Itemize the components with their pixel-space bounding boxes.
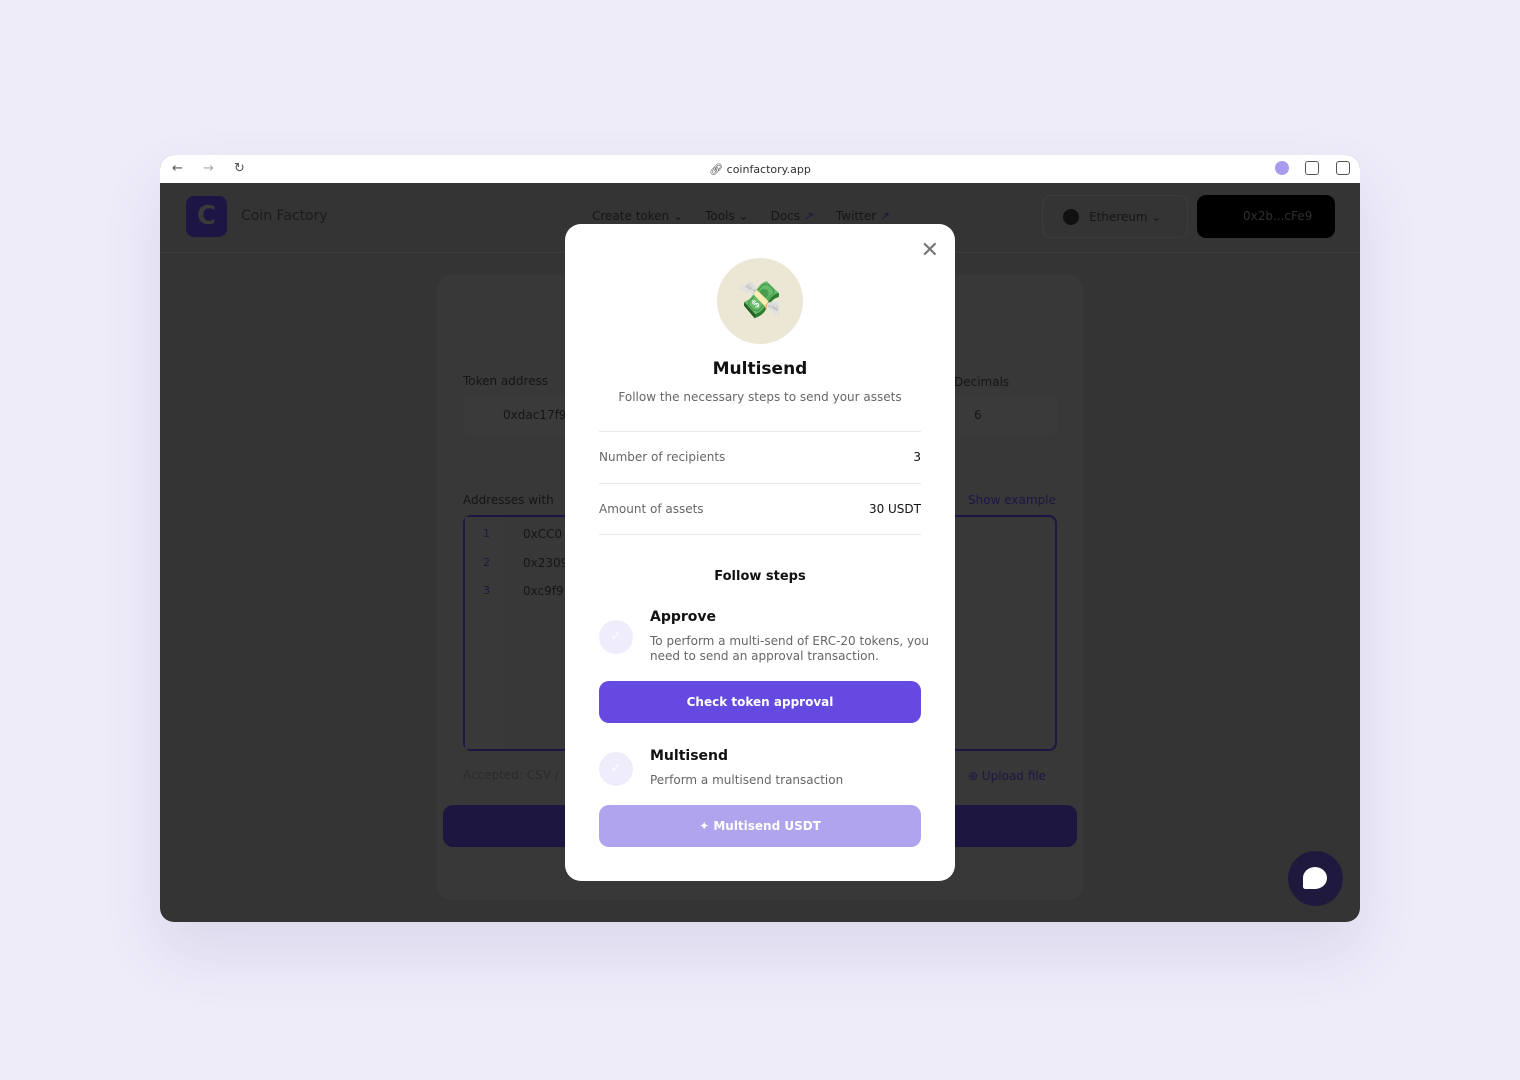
- address-bar[interactable]: 🔗︎ coinfactory.app: [160, 163, 1360, 176]
- step-multisend-desc: Perform a multisend transaction: [650, 773, 844, 787]
- browser-toolbar: ← → ↻ 🔗︎ coinfactory.app: [160, 155, 1360, 183]
- check-token-approval-button[interactable]: Check token approval: [599, 681, 921, 723]
- external-link-icon: ↗: [879, 209, 891, 223]
- sidebar-icon[interactable]: [1336, 161, 1350, 175]
- amount-value: 30 USDT: [868, 502, 921, 516]
- external-link-icon: ↗: [803, 209, 814, 223]
- modal-subtitle: Follow the necessary steps to send your …: [618, 390, 902, 404]
- amount-label: Amount of assets: [599, 502, 704, 516]
- nav-tools[interactable]: Tools ⌄: [705, 209, 748, 223]
- nav-label: Tools: [705, 209, 735, 223]
- nav-docs[interactable]: Docs ↗: [771, 209, 814, 223]
- nav-label: Docs: [770, 209, 801, 223]
- show-example-link[interactable]: Show example: [968, 493, 1056, 507]
- address-line: 0x2309: [523, 556, 569, 570]
- recipients-label: Number of recipients: [599, 450, 726, 464]
- accepted-formats: Accepted: CSV /: [463, 768, 559, 782]
- wallet-address: 0x2b...cFe9: [1243, 209, 1313, 223]
- decimals-input[interactable]: 6: [954, 395, 1058, 435]
- amount-row: Amount of assets 30 USDT: [599, 483, 921, 535]
- recipients-value: 3: [913, 450, 921, 464]
- addresses-label: Addresses with: [463, 493, 554, 507]
- token-address-label: Token address: [463, 374, 549, 388]
- network-selector[interactable]: Ethereum ⌄: [1042, 195, 1188, 238]
- nav-twitter[interactable]: Twitter ↗: [836, 209, 890, 223]
- ethereum-icon: [1063, 209, 1079, 225]
- chevron-down-icon: ⌄: [738, 209, 749, 223]
- line-number: 2: [483, 556, 490, 569]
- token-address-value: 0xdac17f9: [503, 408, 567, 422]
- step-approve-desc: To perform a multi-send of ERC-20 tokens…: [650, 634, 929, 663]
- logo[interactable]: C: [186, 196, 227, 237]
- close-icon[interactable]: ✕: [921, 238, 939, 263]
- chevron-down-icon: ⌄: [673, 209, 684, 223]
- flying-money-illustration: 💸: [717, 258, 803, 344]
- nav-label: Twitter: [835, 209, 877, 223]
- line-number: 1: [483, 527, 490, 540]
- line-gutter: [465, 517, 505, 749]
- modal-title: Multisend: [712, 359, 808, 379]
- check-icon: ✓: [599, 752, 633, 786]
- step-approve-title: Approve: [650, 609, 717, 625]
- decimals-value: 6: [974, 408, 982, 422]
- decimals-label: Decimals: [954, 375, 1010, 389]
- brand-name[interactable]: Coin Factory: [241, 208, 328, 224]
- nav-label: Create token: [592, 209, 670, 223]
- line-number: 3: [483, 584, 490, 597]
- reader-icon[interactable]: [1305, 161, 1319, 175]
- wallet-button[interactable]: 0x2b...cFe9: [1197, 195, 1335, 238]
- link-icon: 🔗︎: [709, 163, 727, 176]
- chat-widget-button[interactable]: [1288, 851, 1343, 906]
- network-label: Ethereum: [1089, 210, 1148, 224]
- multisend-button-label: Multisend USDT: [713, 819, 821, 833]
- multisend-modal: ✕ 💸 Multisend Follow the necessary steps…: [565, 224, 955, 881]
- check-icon: ✓: [599, 620, 633, 654]
- steps-title: Follow steps: [714, 569, 806, 584]
- address-line: 0xc9f9: [523, 584, 564, 598]
- address-line: 0xCC0: [523, 527, 563, 541]
- step-multisend-title: Multisend: [650, 748, 729, 764]
- main-nav: Create token ⌄ Tools ⌄ Docs ↗ Twitter ↗: [592, 209, 890, 223]
- url-text: coinfactory.app: [726, 163, 811, 176]
- multisend-usdt-button[interactable]: ✦ Multisend USDT: [599, 805, 921, 847]
- upload-file-button[interactable]: ⊕ Upload file: [968, 769, 1046, 783]
- upload-label: Upload file: [981, 769, 1047, 783]
- extension-icon[interactable]: [1275, 161, 1289, 175]
- upload-icon: ⊕: [968, 769, 982, 783]
- nav-create-token[interactable]: Create token ⌄: [592, 209, 683, 223]
- recipients-row: Number of recipients 3: [599, 431, 921, 483]
- multisend-icon: ✦: [699, 819, 714, 833]
